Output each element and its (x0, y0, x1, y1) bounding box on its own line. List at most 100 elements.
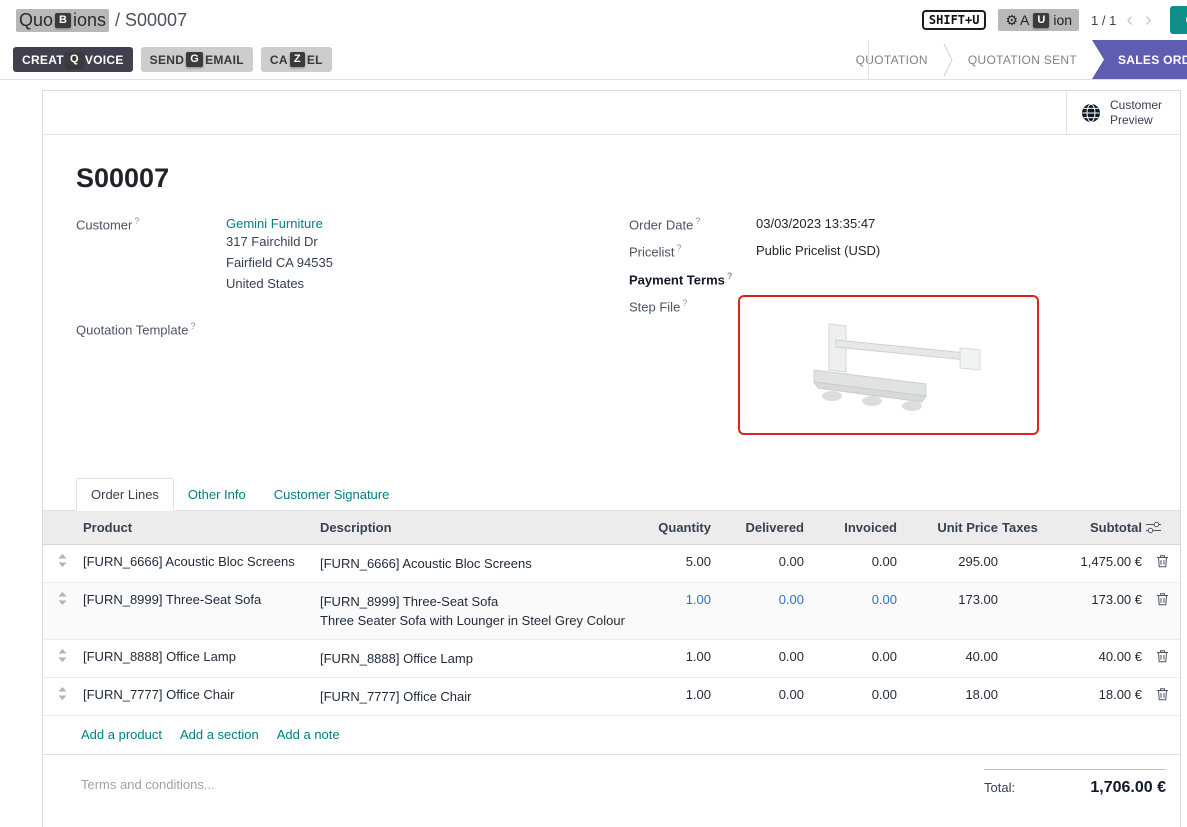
header-quantity[interactable]: Quantity (628, 511, 713, 545)
optional-columns-button[interactable] (1144, 511, 1180, 545)
cancel-button[interactable]: CAZEL (261, 47, 332, 72)
delivered-cell[interactable]: 0.00 (713, 677, 806, 715)
delivered-cell[interactable]: 0.00 (713, 639, 806, 677)
taxes-cell[interactable] (1000, 582, 1044, 639)
description-cell[interactable]: [FURN_8999] Three-Seat Sofa Three Seater… (318, 582, 628, 639)
drag-handle-icon[interactable] (43, 582, 81, 639)
send-email-label: SEND (150, 53, 185, 67)
quantity-cell[interactable]: 1.00 (628, 639, 713, 677)
add-note-link[interactable]: Add a note (277, 727, 340, 742)
create-invoice-label: CREAT (22, 53, 64, 67)
stage-sales-order[interactable]: SALES ORDER (1092, 40, 1187, 79)
customer-link[interactable]: Gemini Furniture (226, 216, 323, 231)
control-bar: CREATQVOICE SENDGEMAIL CAZEL QUOTATION Q… (0, 40, 1187, 80)
terms-and-conditions-field[interactable]: Terms and conditions... (81, 769, 215, 792)
product-cell[interactable]: [FURN_8999] Three-Seat Sofa (81, 582, 318, 639)
unit-price-cell[interactable]: 295.00 (899, 544, 1000, 582)
add-product-link[interactable]: Add a product (81, 727, 162, 742)
customer-preview-label: Customer (1110, 98, 1162, 112)
customer-preview-button[interactable]: Customer Preview (1066, 91, 1180, 134)
unit-price-cell[interactable]: 18.00 (899, 677, 1000, 715)
quantity-cell[interactable]: 1.00 (628, 677, 713, 715)
invoiced-cell[interactable]: 0.00 (806, 544, 899, 582)
record-title: S00007 (76, 163, 1180, 194)
delivered-cell[interactable]: 0.00 (713, 544, 806, 582)
header-delivered[interactable]: Delivered (713, 511, 806, 545)
chevron-right-icon[interactable]: › (1143, 10, 1154, 30)
delete-line-button[interactable] (1144, 677, 1180, 715)
tab-order-lines[interactable]: Order Lines (76, 478, 174, 511)
create-invoice-button[interactable]: CREATQVOICE (13, 47, 133, 72)
invoiced-cell[interactable]: 0.00 (806, 582, 899, 639)
field-group: Customer? Gemini Furniture 317 Fairchild… (43, 194, 1180, 446)
total-label: Total: (984, 780, 1015, 795)
quantity-cell[interactable]: 1.00 (628, 582, 713, 639)
record-pager: 1 / 1 ‹ › (1091, 10, 1154, 30)
divider (868, 40, 869, 79)
payment-terms-field-row[interactable]: Payment Terms? (629, 271, 1140, 287)
header-description[interactable]: Description (318, 511, 628, 545)
description-cell[interactable]: [FURN_6666] Acoustic Bloc Screens (318, 544, 628, 582)
product-cell[interactable]: [FURN_6666] Acoustic Bloc Screens (81, 544, 318, 582)
delete-line-button[interactable] (1144, 639, 1180, 677)
taxes-cell[interactable] (1000, 544, 1044, 582)
drag-handle-icon[interactable] (43, 639, 81, 677)
breadcrumb-quotations-link[interactable]: QuoBions (16, 9, 109, 32)
delivered-cell[interactable]: 0.00 (713, 582, 806, 639)
top-bar: QuoBions / S00007 SHIFT+U ⚙ AUion 1 / 1 … (0, 0, 1187, 40)
pager-count: 1 / 1 (1091, 13, 1116, 28)
header-taxes[interactable]: Taxes (1000, 511, 1044, 545)
unit-price-cell[interactable]: 40.00 (899, 639, 1000, 677)
order-line-row[interactable]: [FURN_7777] Office Chair [FURN_7777] Off… (43, 677, 1180, 715)
chevron-left-icon[interactable]: ‹ (1124, 10, 1135, 30)
order-date-value[interactable]: 03/03/2023 13:35:47 (756, 216, 875, 232)
order-line-row[interactable]: [FURN_8999] Three-Seat Sofa [FURN_8999] … (43, 582, 1180, 639)
step-file-preview[interactable] (738, 295, 1039, 435)
columns-toggle-icon (1146, 521, 1161, 534)
quantity-cell[interactable]: 5.00 (628, 544, 713, 582)
header-product[interactable]: Product (81, 511, 318, 545)
stage-quotation-sent[interactable]: QUOTATION SENT (953, 40, 1092, 79)
header-unit-price[interactable]: Unit Price (899, 511, 1000, 545)
invoiced-cell[interactable]: 0.00 (806, 677, 899, 715)
subtotal-cell: 40.00 € (1044, 639, 1144, 677)
stage-separator-icon (943, 40, 953, 79)
unit-price-cell[interactable]: 173.00 (899, 582, 1000, 639)
statusbar: QUOTATION QUOTATION SENT SALES ORDER (841, 40, 1187, 79)
action-menu-label: A (1020, 12, 1029, 28)
product-cell[interactable]: [FURN_8888] Office Lamp (81, 639, 318, 677)
drag-handle-icon[interactable] (43, 544, 81, 582)
help-icon: ? (695, 216, 700, 226)
quotation-template-field-row[interactable]: Quotation Template? (76, 321, 629, 337)
taxes-cell[interactable] (1000, 639, 1044, 677)
description-cell[interactable]: [FURN_7777] Office Chair (318, 677, 628, 715)
delete-line-button[interactable] (1144, 582, 1180, 639)
add-section-link[interactable]: Add a section (180, 727, 259, 742)
product-cell[interactable]: [FURN_7777] Office Chair (81, 677, 318, 715)
order-line-row[interactable]: [FURN_6666] Acoustic Bloc Screens [FURN_… (43, 544, 1180, 582)
description-cell[interactable]: [FURN_8888] Office Lamp (318, 639, 628, 677)
tab-customer-signature[interactable]: Customer Signature (260, 479, 404, 510)
header-subtotal[interactable]: Subtotal (1044, 511, 1144, 545)
sheet-footer: Terms and conditions... Total: 1,706.00 … (43, 755, 1180, 797)
create-invoice-label: VOICE (85, 53, 124, 67)
taxes-cell[interactable] (1000, 677, 1044, 715)
delete-line-button[interactable] (1144, 544, 1180, 582)
breadcrumb-current: / S00007 (115, 10, 187, 31)
drag-handle-icon[interactable] (43, 677, 81, 715)
order-date-label: Order Date? (629, 216, 756, 232)
tab-other-info[interactable]: Other Info (174, 479, 260, 510)
send-email-button[interactable]: SENDGEMAIL (141, 47, 253, 72)
action-menu-button[interactable]: ⚙ AUion (998, 9, 1079, 31)
invoiced-cell[interactable]: 0.00 (806, 639, 899, 677)
pricelist-value[interactable]: Public Pricelist (USD) (756, 243, 880, 259)
step-file-field-row: Step File? (629, 298, 1140, 435)
cancel-label: CA (270, 53, 288, 67)
breadcrumb-parent-text: Quo (19, 10, 53, 31)
stage-quotation[interactable]: QUOTATION (841, 40, 943, 79)
order-line-row[interactable]: [FURN_8888] Office Lamp [FURN_8888] Offi… (43, 639, 1180, 677)
header-invoiced[interactable]: Invoiced (806, 511, 899, 545)
globe-icon (1081, 103, 1101, 123)
corner-create-button[interactable]: Cr (1170, 6, 1187, 34)
subtotal-cell: 173.00 € (1044, 582, 1144, 639)
